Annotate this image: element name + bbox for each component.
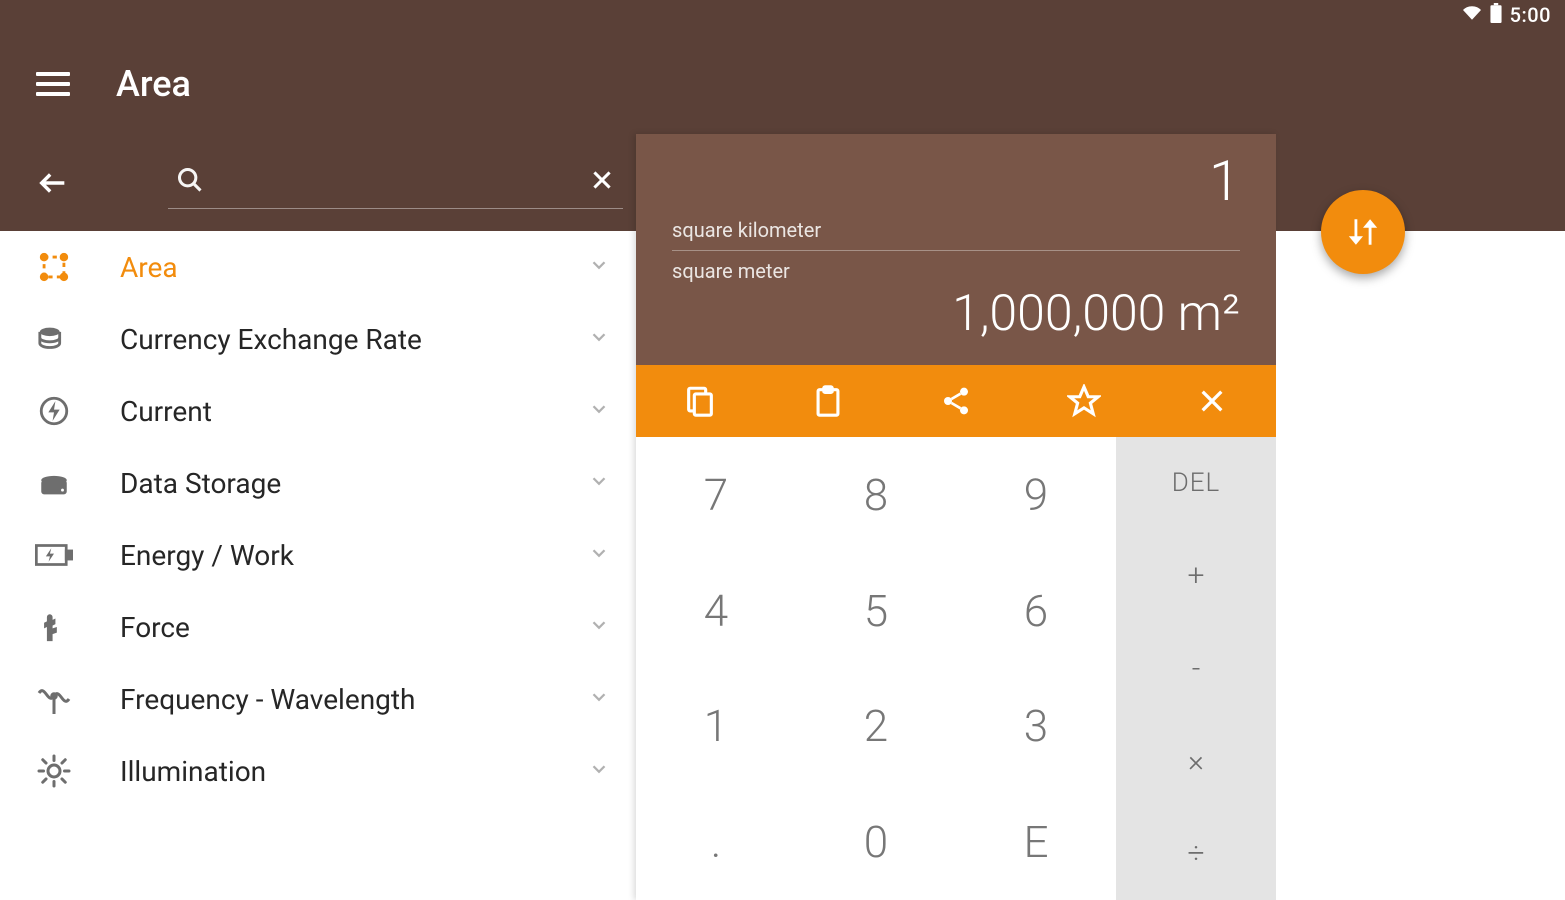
converter-display: 1 square kilometer square meter 1,000,00… [636, 134, 1276, 365]
key-4[interactable]: 4 [636, 553, 796, 669]
action-row [636, 365, 1276, 437]
current-icon [32, 394, 76, 428]
converter-panel: 1 square kilometer square meter 1,000,00… [636, 134, 1276, 900]
key-8[interactable]: 8 [796, 437, 956, 553]
key-2[interactable]: 2 [796, 669, 956, 785]
chevron-down-icon [588, 470, 610, 496]
share-button[interactable] [892, 365, 1020, 437]
status-bar: 5:00 [0, 0, 1565, 30]
keypad: 789 456 123.0E DEL + - × ÷ [636, 437, 1276, 900]
back-icon[interactable] [36, 166, 70, 204]
hamburger-icon[interactable] [36, 72, 70, 96]
converter-output-value: 1,000,000 m² [672, 285, 1240, 343]
energy-icon [32, 543, 76, 567]
category-item-energy[interactable]: Energy / Work [0, 519, 636, 591]
wifi-icon [1462, 3, 1482, 27]
key-dot[interactable]: . [636, 784, 796, 900]
category-label: Area [120, 251, 588, 284]
to-unit-selector[interactable]: square meter [672, 251, 1240, 283]
key-del[interactable]: DEL [1116, 437, 1276, 530]
illumination-icon [32, 753, 76, 789]
key-times[interactable]: × [1116, 715, 1276, 808]
key-plus[interactable]: + [1116, 530, 1276, 623]
key-0[interactable]: 0 [796, 784, 956, 900]
category-item-current[interactable]: Current [0, 375, 636, 447]
search-field[interactable] [168, 160, 623, 209]
category-label: Frequency - Wavelength [120, 683, 588, 716]
chevron-down-icon [588, 758, 610, 784]
right-blank-area [1276, 231, 1565, 900]
app-bar: Area [0, 30, 1565, 138]
category-list[interactable]: Area Currency Exchange Rate Current Data St… [0, 231, 636, 900]
category-item-currency[interactable]: Currency Exchange Rate [0, 303, 636, 375]
search-icon [176, 166, 204, 198]
category-item-frequency[interactable]: Frequency - Wavelength [0, 663, 636, 735]
search-input[interactable] [220, 169, 573, 195]
category-label: Current [120, 395, 588, 428]
chevron-down-icon [588, 254, 610, 280]
key-minus[interactable]: - [1116, 622, 1276, 715]
category-label: Energy / Work [120, 539, 588, 572]
chevron-down-icon [588, 398, 610, 424]
key-1[interactable]: 1 [636, 669, 796, 785]
key-7[interactable]: 7 [636, 437, 796, 553]
chevron-down-icon [588, 542, 610, 568]
key-divide[interactable]: ÷ [1116, 807, 1276, 900]
status-time: 5:00 [1510, 3, 1551, 27]
key-E[interactable]: E [956, 784, 1116, 900]
battery-icon [1490, 3, 1502, 28]
category-label: Data Storage [120, 467, 588, 500]
copy-button[interactable] [636, 365, 764, 437]
category-item-force[interactable]: Force [0, 591, 636, 663]
page-title: Area [116, 63, 191, 105]
category-item-illumination[interactable]: Illumination [0, 735, 636, 807]
frequency-icon [32, 684, 76, 714]
chevron-down-icon [588, 614, 610, 640]
chevron-down-icon [588, 686, 610, 712]
paste-button[interactable] [764, 365, 892, 437]
key-3[interactable]: 3 [956, 669, 1116, 785]
clear-button[interactable] [1148, 365, 1276, 437]
close-icon[interactable] [589, 167, 615, 197]
category-label: Currency Exchange Rate [120, 323, 588, 356]
category-item-area[interactable]: Area [0, 231, 636, 303]
from-unit-selector[interactable]: square kilometer [672, 218, 1240, 251]
key-5[interactable]: 5 [796, 553, 956, 669]
category-label: Illumination [120, 755, 588, 788]
currency-icon [32, 322, 76, 356]
swap-units-fab[interactable] [1321, 190, 1405, 274]
area-icon [32, 250, 76, 284]
key-6[interactable]: 6 [956, 553, 1116, 669]
favorite-button[interactable] [1020, 365, 1148, 437]
storage-icon [32, 466, 76, 500]
category-label: Force [120, 611, 588, 644]
force-icon [32, 610, 76, 644]
category-item-storage[interactable]: Data Storage [0, 447, 636, 519]
converter-input-value: 1 [672, 148, 1240, 214]
key-9[interactable]: 9 [956, 437, 1116, 553]
chevron-down-icon [588, 326, 610, 352]
